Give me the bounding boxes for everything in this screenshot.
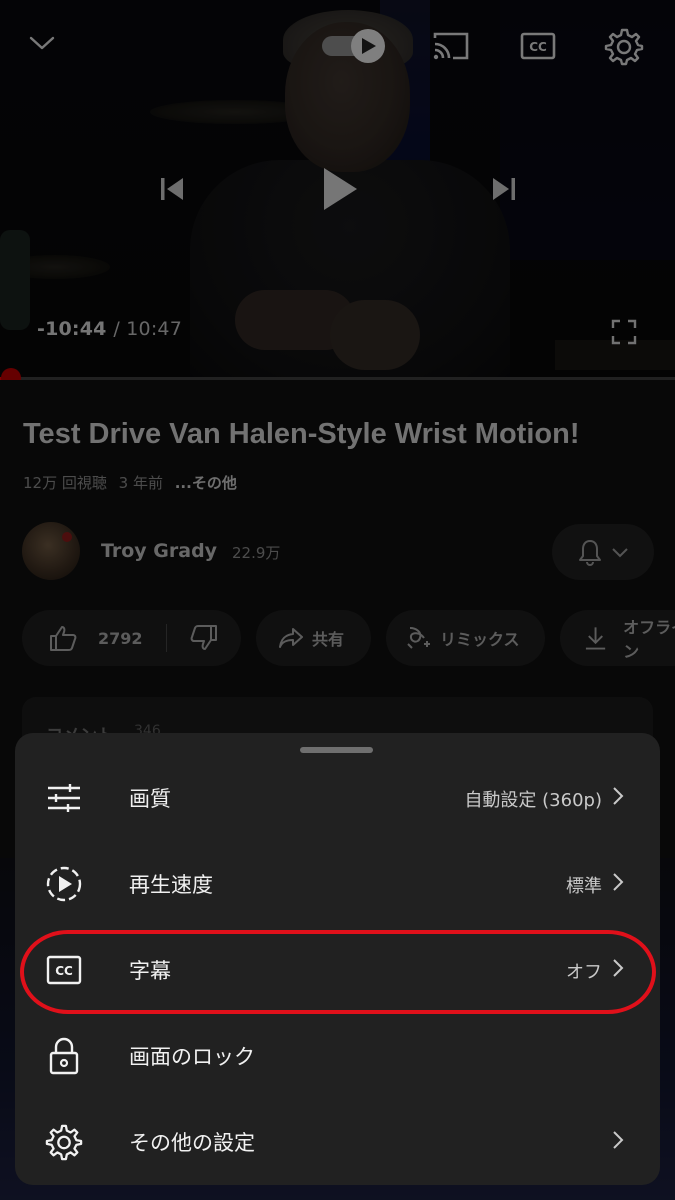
chevron-right-icon bbox=[613, 1131, 624, 1149]
menu-item-screen-lock[interactable]: 画面のロック bbox=[15, 1012, 660, 1098]
drag-handle[interactable] bbox=[300, 747, 373, 753]
menu-item-playback-speed[interactable]: 再生速度 標準 bbox=[15, 840, 660, 926]
captions-icon: CC bbox=[43, 949, 85, 991]
menu-item-more-settings[interactable]: その他の設定 bbox=[15, 1098, 660, 1184]
screen-lock-label: 画面のロック bbox=[129, 1045, 255, 1069]
menu-item-captions[interactable]: CC 字幕 オフ bbox=[15, 926, 660, 1012]
lock-icon bbox=[43, 1035, 85, 1077]
chevron-right-icon bbox=[613, 959, 624, 977]
chevron-right-icon bbox=[613, 787, 624, 805]
playback-speed-value: 標準 bbox=[566, 876, 602, 897]
quality-value: 自動設定 (360p) bbox=[464, 790, 602, 811]
svg-text:CC: CC bbox=[55, 964, 73, 978]
playback-speed-icon bbox=[43, 863, 85, 905]
captions-label: 字幕 bbox=[129, 959, 171, 983]
more-settings-label: その他の設定 bbox=[129, 1131, 255, 1155]
sliders-icon bbox=[43, 777, 85, 819]
playback-speed-label: 再生速度 bbox=[129, 873, 213, 897]
settings-sheet: 画質 自動設定 (360p) 再生速度 標準 CC 字幕 オフ 画面のロック そ… bbox=[15, 733, 660, 1185]
quality-label: 画質 bbox=[129, 787, 171, 811]
captions-value: オフ bbox=[566, 962, 602, 983]
menu-item-quality[interactable]: 画質 自動設定 (360p) bbox=[15, 754, 660, 840]
gear-icon bbox=[43, 1121, 85, 1163]
chevron-right-icon bbox=[613, 873, 624, 891]
